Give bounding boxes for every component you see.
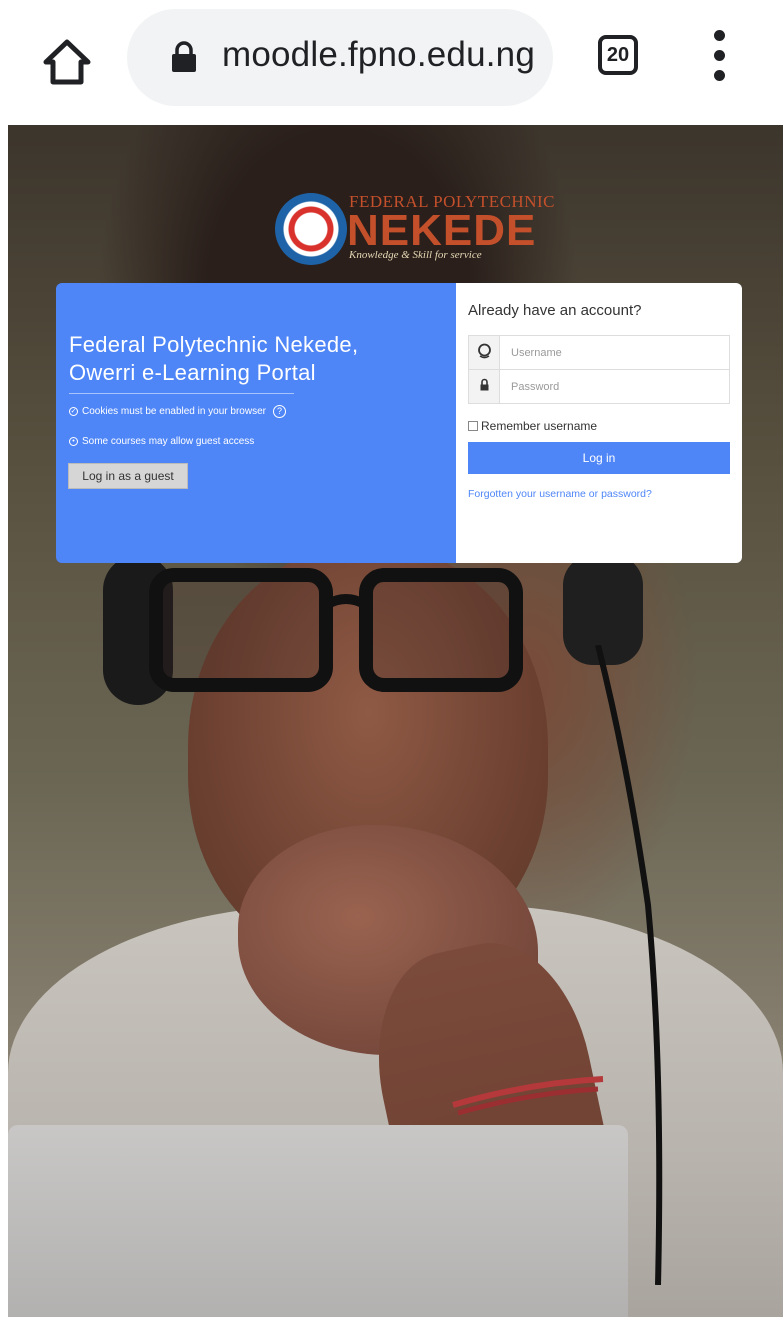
user-icon (478, 343, 491, 359)
lock-icon (480, 378, 489, 391)
user-circle-icon: • (69, 437, 78, 446)
logo-tagline: Knowledge & Skill for service (349, 249, 482, 261)
browser-toolbar: moodle.fpno.edu.ng 20 (0, 0, 783, 125)
username-field (468, 335, 730, 370)
photo-bracelet (452, 1076, 604, 1115)
cookies-note: ✓ Cookies must be enabled in your browse… (69, 405, 286, 418)
guest-login-button[interactable]: Log in as a guest (68, 463, 188, 489)
photo-glasses (149, 568, 523, 692)
more-vert-icon[interactable] (708, 30, 732, 86)
site-logo[interactable]: FEDERAL POLYTECHNIC NEKEDE Knowledge & S… (275, 190, 554, 270)
home-icon (43, 39, 91, 85)
guest-note: • Some courses may allow guest access (69, 436, 254, 447)
check-circle-icon: ✓ (69, 407, 78, 416)
password-addon (469, 370, 500, 403)
divider (69, 393, 294, 394)
photo-laptop (8, 1125, 628, 1317)
home-button[interactable] (42, 38, 92, 86)
cookies-note-text: Cookies must be enabled in your browser (82, 406, 266, 417)
login-heading: Already have an account? (468, 302, 642, 319)
login-form-panel: Already have an account? Remember userna… (456, 283, 742, 563)
remember-username-checkbox[interactable]: Remember username (468, 419, 597, 433)
tab-switcher-button[interactable]: 20 (598, 35, 638, 75)
password-field (468, 369, 730, 404)
lock-icon (172, 41, 196, 72)
logo-seal (275, 193, 347, 265)
remember-label: Remember username (481, 419, 598, 433)
login-button[interactable]: Log in (468, 442, 730, 474)
portal-title: Federal Polytechnic Nekede, Owerri e-Lea… (69, 332, 359, 385)
url-text: moodle.fpno.edu.ng (222, 35, 536, 74)
guest-note-text: Some courses may allow guest access (82, 436, 255, 447)
checkbox-box[interactable] (468, 421, 478, 431)
forgot-credentials-link[interactable]: Forgotten your username or password? (468, 488, 652, 500)
password-input[interactable] (509, 376, 723, 398)
username-input[interactable] (509, 342, 723, 364)
username-addon (469, 336, 500, 369)
help-icon[interactable]: ? (272, 405, 286, 418)
address-bar[interactable]: moodle.fpno.edu.ng (127, 9, 553, 106)
login-info-panel: Federal Polytechnic Nekede, Owerri e-Lea… (56, 283, 456, 563)
